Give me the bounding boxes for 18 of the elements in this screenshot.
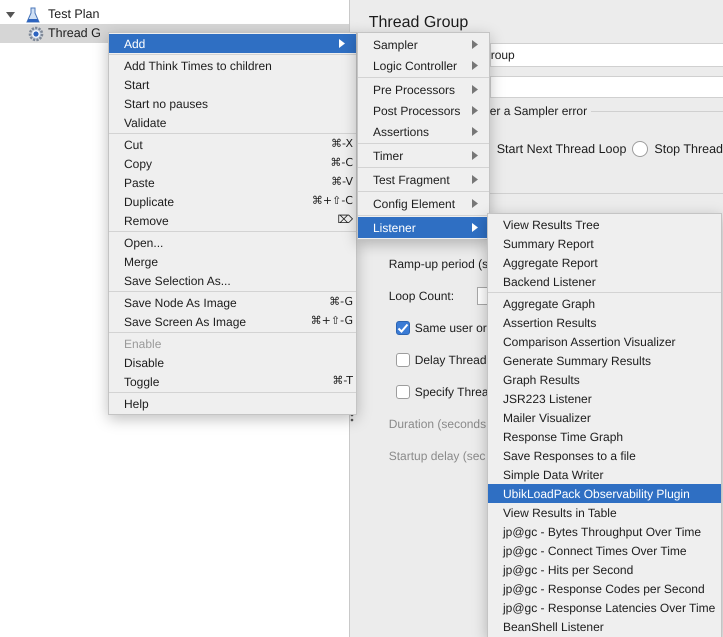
group-legend: er a Sampler error <box>490 102 588 120</box>
shortcut-label: ⌘-V <box>331 174 353 190</box>
shortcut-label: ⌘-T <box>332 373 353 390</box>
shortcut-label: ⌦ <box>337 212 353 228</box>
checkbox-label: Same user or <box>414 320 487 337</box>
field-label: Startup delay (sec <box>388 448 486 465</box>
panel-title: Thread Group <box>368 13 470 33</box>
field-label: Duration (seconds <box>388 416 486 433</box>
shortcut-label: ⌘+⇧-C <box>312 193 353 210</box>
radio-label: Start Next Thread Loop <box>496 140 626 158</box>
field-label: Loop Count: <box>388 288 454 305</box>
shortcut-label: ⌘-X <box>331 136 353 152</box>
shortcut-label: ⌘-C <box>330 155 353 172</box>
shortcut-label: ⌘+⇧-G <box>310 313 353 330</box>
checkbox-label: Delay Thread <box>414 352 487 369</box>
shortcut-label: ⌘-G <box>329 294 353 310</box>
checkbox-label: Specify Threa <box>414 384 489 401</box>
radio-label: Stop Thread <box>654 140 723 158</box>
